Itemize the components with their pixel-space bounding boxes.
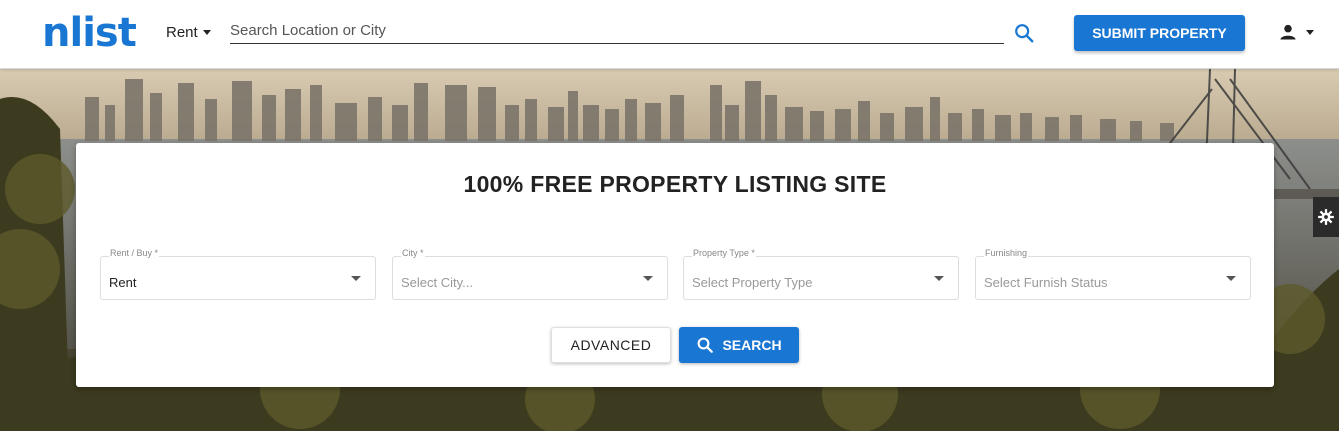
property-type-value: Select Property Type [692, 275, 813, 290]
property-type-select[interactable]: Property Type * Select Property Type [683, 248, 959, 300]
chevron-down-icon [1306, 29, 1314, 35]
search-button[interactable]: SEARCH [679, 327, 799, 363]
chevron-down-icon [351, 276, 361, 281]
furnishing-value: Select Furnish Status [984, 275, 1108, 290]
furnishing-label: Furnishing [984, 248, 1029, 258]
settings-tab[interactable] [1313, 197, 1339, 237]
gear-icon [1318, 209, 1334, 225]
search-card: 100% FREE PROPERTY LISTING SITE Rent / B… [76, 143, 1274, 387]
page-title: 100% FREE PROPERTY LISTING SITE [463, 171, 887, 197]
chevron-down-icon [202, 30, 211, 35]
furnishing-select[interactable]: Furnishing Select Furnish Status [975, 248, 1251, 300]
chevron-down-icon [1226, 276, 1236, 281]
search-button-label: SEARCH [722, 337, 782, 353]
submit-property-button[interactable]: SUBMIT PROPERTY [1074, 15, 1245, 51]
rent-buy-dropdown[interactable]: Rent [166, 24, 211, 41]
rent-buy-select[interactable]: Rent / Buy * Rent [100, 248, 376, 300]
user-menu[interactable] [1278, 22, 1314, 42]
search-icon[interactable] [1013, 22, 1035, 44]
city-label: City * [401, 248, 425, 258]
city-value: Select City... [401, 275, 474, 290]
top-navbar: nlist Rent SUBMIT PROPERTY [0, 0, 1339, 69]
advanced-button[interactable]: ADVANCED [551, 327, 671, 363]
city-select[interactable]: City * Select City... [392, 248, 668, 300]
rent-buy-value: Rent [109, 275, 137, 290]
property-type-label: Property Type * [692, 248, 756, 258]
rent-buy-label: Rent / Buy * [109, 248, 160, 258]
logo[interactable]: nlist [42, 10, 137, 56]
search-icon [698, 337, 714, 353]
chevron-down-icon [643, 276, 653, 281]
mode-label: Rent [166, 24, 198, 41]
chevron-down-icon [934, 276, 944, 281]
location-search-input[interactable] [230, 18, 1004, 44]
user-icon [1280, 24, 1296, 40]
